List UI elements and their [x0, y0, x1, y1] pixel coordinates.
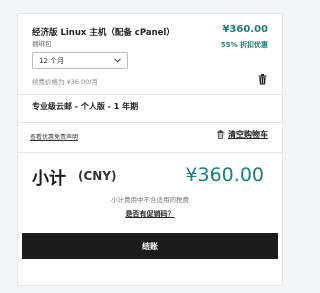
divider [18, 152, 282, 153]
promo-code-link[interactable]: 是否有促销码？ [18, 209, 282, 219]
subtotal-label: 小计 [32, 169, 66, 189]
tax-note: 小计费用中不含适用的税费 [111, 196, 189, 204]
product-subtitle: 捆绑包 [32, 40, 52, 48]
subtotal-value: ¥360.00 [185, 164, 264, 186]
trash-icon [217, 130, 224, 139]
product-name: 经济版 Linux 主机（配备 cPanel） [32, 28, 175, 38]
term-select-value: 12 个月 [39, 56, 65, 65]
chevron-down-icon [114, 58, 121, 63]
item-price: ¥360.00 [222, 24, 268, 35]
subtotal-currency: (CNY) [78, 169, 117, 183]
checkout-button[interactable]: 结账 [22, 233, 278, 259]
term-select[interactable]: 12 个月 [32, 52, 128, 69]
clear-cart-label: 清空购物车 [228, 130, 268, 139]
promo-disclaimer-link[interactable]: 查看优惠免责声明 [30, 132, 78, 141]
addon-item: 专业级云邮 - 个人版 - 1 年期 [32, 102, 139, 111]
clear-cart-button[interactable]: 清空购物车 [217, 129, 268, 140]
discount-badge: 55% 折扣优惠 [220, 41, 268, 49]
trash-icon[interactable] [258, 74, 268, 85]
divider [18, 94, 282, 95]
cart-card: 经济版 Linux 主机（配备 cPanel） 捆绑包 ¥360.00 55% … [17, 13, 283, 286]
renewal-price: 续费价格为 ¥36.00/月 [32, 78, 98, 86]
cart-item: 经济版 Linux 主机（配备 cPanel） 捆绑包 ¥360.00 55% … [18, 14, 282, 94]
divider [18, 122, 282, 123]
